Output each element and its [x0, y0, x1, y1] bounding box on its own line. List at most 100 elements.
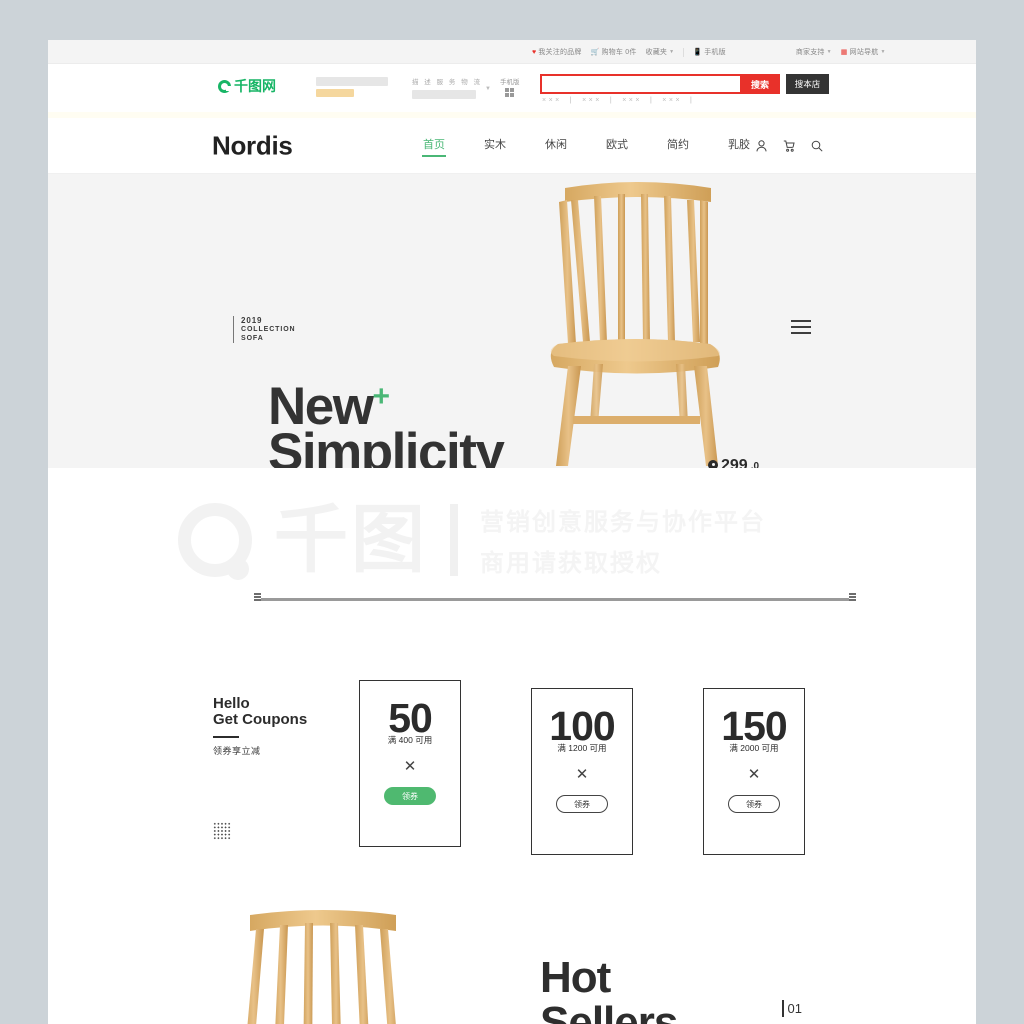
watermark-divider — [450, 504, 458, 576]
search-hotwords: ××× | ××× | ××× | ××× | — [542, 97, 694, 104]
claim-coupon-button[interactable]: 领券 — [728, 795, 780, 813]
hamburger-bar — [791, 326, 811, 328]
hot-title-line-2: Sellers — [540, 998, 678, 1024]
nav-item-home[interactable]: 首页 — [422, 136, 446, 157]
hotword-sep: | — [690, 97, 695, 104]
watermark-circle-icon — [178, 503, 252, 580]
logo-text: 千图网 — [234, 78, 276, 94]
close-icon[interactable]: ✕ — [404, 759, 417, 774]
coupons-section: Hello Get Coupons 领券享立减 50 满 400 可用 ✕ 领券… — [48, 640, 976, 885]
slider-handle-left[interactable] — [254, 593, 261, 603]
nav-links: 首页 实木 休闲 欧式 简约 乳胶 — [422, 136, 750, 157]
search-this-store-button[interactable]: 搜本店 — [786, 74, 829, 94]
hotword[interactable]: ××× — [582, 97, 602, 104]
mobile-label: 手机版 — [500, 79, 520, 86]
search-bar: 搜索 搜本店 — [540, 74, 829, 94]
placeholder-bar — [316, 77, 388, 86]
grid-icon: ▦ — [840, 48, 848, 56]
search-icon[interactable] — [811, 140, 823, 152]
topbar-label: 收藏夹 — [645, 49, 668, 56]
user-icon[interactable] — [756, 139, 767, 152]
top-utility-bar: ♥ 我关注的品牌 🛒 购物车 0件 收藏夹 ▼ 📱 手机版 商家支持 ▼ ▦ 网… — [48, 40, 976, 64]
cart-icon[interactable] — [783, 140, 795, 152]
hotword[interactable]: ××× — [542, 97, 562, 104]
nav-icons — [756, 139, 823, 152]
hero-slider-track[interactable] — [254, 593, 856, 601]
hot-sellers-section: Hot Sellers 01 — [48, 885, 976, 1024]
placeholder-bar — [412, 90, 476, 99]
location-pin-icon — [708, 460, 718, 469]
coupon-card[interactable]: 50 满 400 可用 ✕ 领券 — [359, 680, 461, 847]
coupon-condition: 满 1200 可用 — [557, 743, 607, 753]
hotword[interactable]: ××× — [662, 97, 682, 104]
chevron-down-icon: ▼ — [826, 49, 832, 55]
hero-chair-image — [550, 182, 720, 466]
claim-coupon-button[interactable]: 领券 — [556, 795, 608, 813]
site-logo[interactable]: 千图网 — [218, 78, 276, 94]
price-value: 299 — [721, 457, 748, 468]
logo-mark-icon — [218, 80, 231, 93]
coupons-subtitle: 领券享立减 — [213, 746, 261, 756]
hotword[interactable]: ××× — [622, 97, 642, 104]
watermark-logo: 千图 营销创意服务与协作平台 商用请获取授权 — [178, 498, 766, 581]
coupon-card[interactable]: 150 满 2000 可用 ✕ 领券 — [703, 688, 805, 855]
hamburger-icon[interactable] — [791, 320, 811, 334]
topbar-item-site-nav[interactable]: ▦ 网站导航 ▼ — [841, 47, 886, 57]
divider — [213, 736, 239, 738]
collection-label: 2019 COLLECTION SOFA — [233, 316, 296, 343]
close-icon[interactable]: ✕ — [748, 767, 761, 782]
chevron-down-icon: ▼ — [880, 49, 886, 55]
nav-item-solidwood[interactable]: 实木 — [484, 136, 506, 156]
close-icon[interactable]: ✕ — [576, 767, 589, 782]
hot-sellers-title: Hot Sellers — [540, 953, 678, 1024]
service-label: 描 述 服 务 物 流 — [412, 79, 483, 86]
topbar-item-cart[interactable]: 🛒 购物车 0件 — [591, 47, 637, 57]
coupon-amount: 150 — [721, 703, 787, 749]
topbar-item-brands[interactable]: ♥ 我关注的品牌 — [532, 47, 582, 57]
hotword-sep: | — [649, 97, 655, 104]
topbar-item-merchant-support[interactable]: 商家支持 ▼ — [796, 47, 832, 57]
coupons-header: Hello Get Coupons 领券享立减 — [213, 696, 307, 757]
search-button[interactable]: 搜索 — [740, 74, 780, 94]
hamburger-bar — [791, 320, 811, 322]
claim-coupon-button[interactable]: 领券 — [384, 787, 436, 805]
brand-logo[interactable]: Nordis — [212, 130, 293, 161]
nav-item-european[interactable]: 欧式 — [606, 136, 628, 156]
chevron-down-icon[interactable]: ▼ — [485, 86, 491, 92]
hamburger-bar — [791, 332, 811, 334]
topbar-label: 网站导航 — [849, 49, 879, 56]
topbar-label: 购物车 0件 — [601, 49, 637, 56]
cart-icon: 🛒 — [590, 48, 600, 56]
service-text: 描 述 服 务 物 流 — [412, 76, 482, 99]
index-value: 01 — [787, 1001, 802, 1016]
topbar-label: 我关注的品牌 — [538, 49, 582, 56]
coupons-title-1: Hello — [213, 695, 250, 712]
watermark-line-2: 商用请获取授权 — [480, 550, 662, 577]
hotword-sep: | — [609, 97, 615, 104]
slider-handle-right[interactable] — [849, 593, 856, 603]
hotword-sep: | — [569, 97, 575, 104]
hero-price-tag: 299.0 — [708, 457, 759, 468]
nav-item-minimal[interactable]: 简约 — [667, 136, 689, 156]
hot-title-line-1: Hot — [540, 953, 611, 1002]
coupon-condition: 满 400 可用 — [387, 735, 433, 745]
index-bar — [782, 1000, 784, 1017]
collection-line: COLLECTION — [241, 326, 296, 333]
topbar-label: 手机版 — [704, 49, 726, 56]
nav-item-latex[interactable]: 乳胶 — [728, 136, 750, 156]
dot-grid-decoration — [213, 822, 231, 840]
watermark-text: 营销创意服务与协作平台 商用请获取授权 — [480, 502, 766, 578]
mobile-version-block[interactable]: 手机版 — [500, 76, 520, 97]
watermark-brand: 千图 — [274, 498, 428, 581]
search-input[interactable] — [540, 74, 740, 94]
headline-line-2: Simplicity — [268, 423, 505, 468]
search-row: 千图网 描 述 服 务 物 流 ▼ 手机版 搜索 搜本店 ××× | ××× |… — [48, 64, 976, 112]
topbar-item-favorites[interactable]: 收藏夹 ▼ — [646, 47, 675, 57]
coupon-condition: 满 2000 可用 — [729, 743, 779, 753]
topbar-item-mobile[interactable]: 📱 手机版 — [693, 47, 726, 57]
hero-banner: 2019 COLLECTION SOFA New+ Simplicity 一过更… — [48, 174, 976, 468]
nav-item-casual[interactable]: 休闲 — [545, 136, 567, 156]
divider — [683, 47, 685, 57]
coupon-card[interactable]: 100 满 1200 可用 ✕ 领券 — [531, 688, 633, 855]
chevron-down-icon: ▼ — [669, 49, 675, 55]
